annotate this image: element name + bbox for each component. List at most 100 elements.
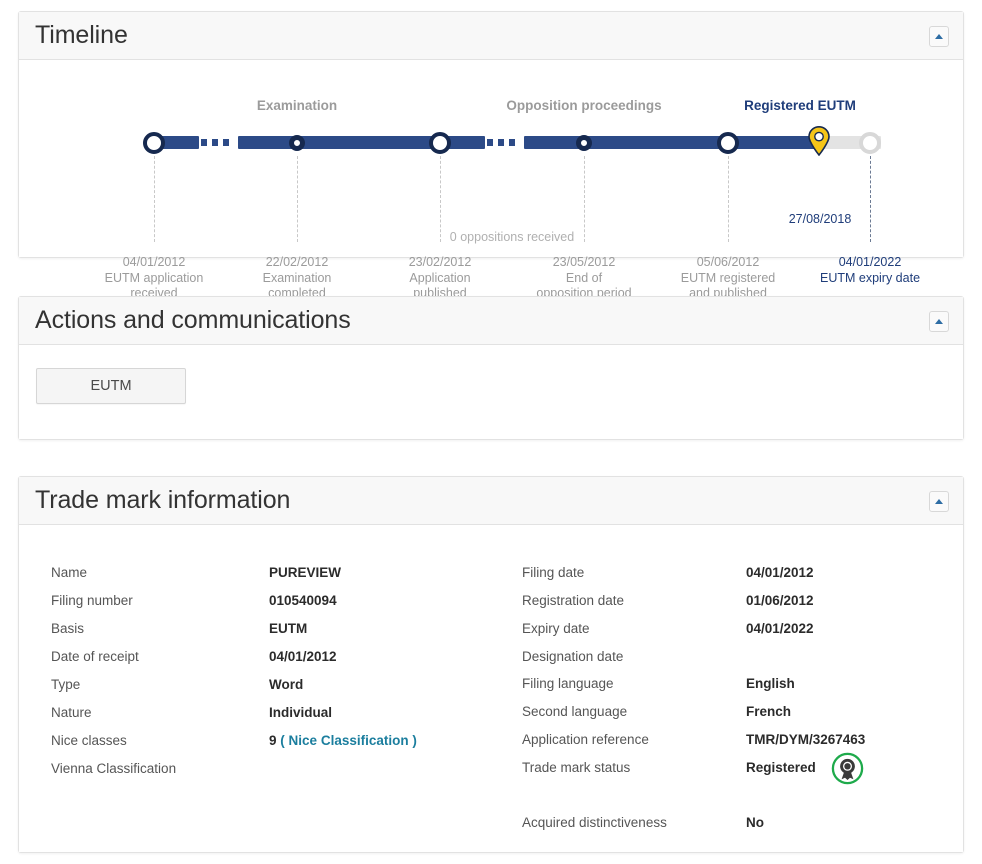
info-value-type: Word (269, 677, 304, 692)
info-row-designation-date: Designation date (504, 649, 963, 677)
nice-close-paren: ) (412, 733, 417, 748)
timeline-node-application-received[interactable] (143, 131, 165, 154)
timeline-caption-2-date: 22/02/2012 (265, 255, 329, 269)
info-label-designation-date: Designation date (522, 649, 624, 664)
info-label-nature: Nature (51, 705, 92, 720)
info-row-acquired-distinctiveness: Acquired distinctiveness No (504, 815, 963, 843)
timeline-dots-3 (645, 136, 673, 149)
timeline-panel-body: Examination Opposition proceedings Regis… (19, 60, 963, 300)
info-label-second-language: Second language (522, 704, 628, 719)
info-label-filing-number: Filing number (51, 593, 133, 608)
timeline-caption-4-line1: End of (565, 270, 603, 285)
info-row-second-language: Second language French (504, 704, 963, 732)
info-value-application-reference: TMR/DYM/3267463 (746, 732, 866, 747)
info-row-registration-date: Registration date 01/06/2012 (504, 593, 963, 621)
timeline-caption-6: 04/01/2022 EUTM expiry date (820, 255, 920, 286)
info-label-vienna-classification: Vienna Classification (51, 761, 177, 776)
actions-panel-body: EUTM (19, 345, 963, 439)
nice-class-number: 9 (269, 733, 277, 748)
page-title-tminfo: Trade mark information (35, 486, 291, 514)
info-label-filing-date: Filing date (522, 565, 585, 580)
timeline-collapse-button[interactable] (929, 26, 949, 47)
info-row-expiry-date: Expiry date 04/01/2022 (504, 621, 963, 649)
timeline-caption-1: 04/01/2012 EUTM application received (105, 255, 204, 302)
caret-up-icon (935, 319, 943, 324)
page-title-actions: Actions and communications (35, 306, 351, 334)
eutm-action-button[interactable]: EUTM (36, 368, 186, 404)
info-label-trade-mark-status: Trade mark status (522, 760, 631, 775)
caret-up-icon (935, 499, 943, 504)
info-label-filing-language: Filing language (522, 676, 614, 691)
timeline-track-seg-2 (238, 136, 440, 149)
timeline-phase-registered: Registered EUTM (744, 98, 856, 113)
timeline-caption-4-date: 23/05/2012 (552, 255, 616, 269)
timeline-node-opposition-end[interactable] (576, 134, 592, 151)
info-row-application-reference: Application reference TMR/DYM/3267463 (504, 732, 963, 760)
info-label-date-of-receipt: Date of receipt (51, 649, 139, 664)
info-row-filing-date: Filing date 04/01/2012 (504, 565, 963, 593)
timeline-caption-5: 05/06/2012 EUTM registered and published (681, 255, 775, 302)
timeline-node-application-published[interactable] (429, 131, 451, 154)
timeline-node-expiry[interactable] (859, 131, 881, 154)
actions-panel: Actions and communications EUTM (18, 296, 964, 440)
info-row-type: Type Word (33, 677, 503, 705)
timeline-connector-1 (154, 156, 155, 242)
timeline-graphic: Examination Opposition proceedings Regis… (19, 60, 963, 300)
trade-mark-information-panel: Trade mark information Name PUREVIEW Fil… (18, 476, 964, 853)
caret-up-icon (935, 34, 943, 39)
info-value-nature: Individual (269, 705, 333, 720)
timeline-track-seg-4 (524, 136, 728, 149)
timeline-caption-1-date: 04/01/2012 (122, 255, 186, 269)
timeline-panel: Timeline Examination Opposition proceedi… (18, 11, 964, 300)
timeline-caption-3-line1: Application (409, 270, 471, 285)
nice-classification-link[interactable]: Nice Classification (289, 733, 409, 748)
info-value-filing-date: 04/01/2012 (746, 565, 814, 580)
timeline-caption-5-date: 05/06/2012 (696, 255, 760, 269)
info-row-date-of-receipt: Date of receipt 04/01/2012 (33, 649, 503, 677)
timeline-current-date: 27/08/2018 (788, 212, 852, 226)
info-label-basis: Basis (51, 621, 85, 636)
info-value-expiry-date: 04/01/2022 (746, 621, 814, 636)
timeline-caption-6-date: 04/01/2022 (838, 255, 902, 269)
timeline-caption-6-line1: EUTM expiry date (819, 270, 921, 285)
tminfo-collapse-button[interactable] (929, 491, 949, 512)
trade-mark-info-grid: Name PUREVIEW Filing number 010540094 Ba… (19, 525, 963, 852)
timeline-caption-3-date: 23/02/2012 (408, 255, 472, 269)
timeline-node-examination-completed[interactable] (289, 134, 305, 151)
info-label-name: Name (51, 565, 88, 580)
info-label-acquired-distinctiveness: Acquired distinctiveness (522, 815, 667, 830)
timeline-connector-2 (297, 156, 298, 242)
award-rosette-icon (831, 752, 864, 785)
actions-panel-header: Actions and communications (19, 297, 963, 345)
info-row-filing-number: Filing number 010540094 (33, 593, 503, 621)
info-label-type: Type (51, 677, 81, 692)
timeline-caption-5-line1: EUTM registered (680, 270, 776, 285)
info-value-filing-number: 010540094 (269, 593, 337, 608)
info-value-registration-date: 01/06/2012 (746, 593, 814, 608)
status-badge (831, 752, 864, 785)
timeline-caption-4: 23/05/2012 End of opposition period (536, 255, 631, 302)
info-row-basis: Basis EUTM (33, 621, 503, 649)
timeline-connector-3 (440, 156, 441, 242)
timeline-dots-1 (201, 136, 229, 149)
info-label-registration-date: Registration date (522, 593, 625, 608)
nice-open-paren: ( (280, 733, 285, 748)
info-value-trade-mark-status: Registered (746, 760, 816, 775)
info-value-acquired-distinctiveness: No (746, 815, 764, 830)
page-title-timeline: Timeline (35, 21, 128, 49)
info-value-date-of-receipt: 04/01/2012 (269, 649, 337, 664)
timeline-oppositions-note: 0 oppositions received (449, 230, 575, 244)
timeline-dots-2 (487, 136, 515, 149)
timeline-phase-examination: Examination (256, 98, 338, 113)
map-pin-icon (808, 126, 830, 157)
actions-collapse-button[interactable] (929, 311, 949, 332)
info-row-nature: Nature Individual (33, 705, 503, 733)
info-label-application-reference: Application reference (522, 732, 649, 747)
timeline-connector-6 (870, 156, 871, 242)
info-row-vienna-classification: Vienna Classification (33, 761, 503, 789)
timeline-node-eutm-registered[interactable] (717, 131, 739, 154)
tminfo-panel-body: Name PUREVIEW Filing number 010540094 Ba… (19, 525, 963, 852)
timeline-caption-2-line1: Examination (262, 270, 332, 285)
timeline-connector-5 (728, 156, 729, 242)
timeline-dots-4 (782, 136, 810, 149)
